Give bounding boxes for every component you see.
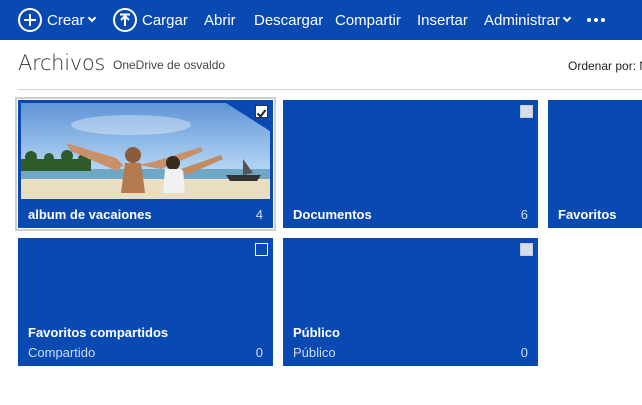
tile-count: 0 xyxy=(255,345,263,360)
breadcrumb[interactable]: OneDrive de osvaldo xyxy=(113,58,225,72)
tile-name: Favoritos compartidos xyxy=(28,325,169,340)
album-thumbnail xyxy=(21,103,270,199)
tile-count: 4 xyxy=(255,207,263,222)
tile-name: Público xyxy=(293,325,340,340)
plus-icon xyxy=(18,8,42,32)
tile-subtitle: Compartido xyxy=(28,345,96,360)
upload-button[interactable]: Cargar xyxy=(113,0,188,40)
manage-button[interactable]: Administrar xyxy=(484,0,572,40)
select-checkbox[interactable] xyxy=(255,243,268,256)
checkmark-icon xyxy=(256,109,267,119)
chevron-down-icon xyxy=(87,13,96,23)
folder-tile-documentos[interactable]: Documentos 6 xyxy=(283,100,538,228)
embed-label: Insertar xyxy=(417,11,468,29)
folder-tile-favoritos-compartidos[interactable]: Favoritos compartidos Compartido 0 xyxy=(18,238,273,366)
create-button[interactable]: Crear xyxy=(18,0,96,40)
open-label: Abrir xyxy=(204,11,236,29)
folder-tile-album[interactable]: album de vacaiones 4 xyxy=(18,100,273,228)
share-label: Compartir xyxy=(335,11,401,29)
tile-count: 0 xyxy=(520,345,528,360)
manage-label: Administrar xyxy=(484,11,560,29)
page-title: Archivos xyxy=(18,51,106,75)
tile-name: Documentos xyxy=(293,207,372,222)
tile-name: album de vacaiones xyxy=(28,207,152,222)
command-bar: Crear Cargar Abrir Descargar Compartir I… xyxy=(0,0,642,40)
open-button[interactable]: Abrir xyxy=(204,0,236,40)
select-checkbox[interactable] xyxy=(255,105,268,119)
upload-label: Cargar xyxy=(142,11,188,29)
share-button[interactable]: Compartir xyxy=(335,0,401,40)
tile-count: 6 xyxy=(520,207,528,222)
sort-by-menu[interactable]: Ordenar por: N xyxy=(568,59,642,73)
tile-subtitle: Público xyxy=(293,345,336,360)
more-button[interactable] xyxy=(587,0,605,40)
select-checkbox[interactable] xyxy=(520,105,533,118)
divider xyxy=(18,89,642,90)
upload-icon xyxy=(113,8,137,32)
download-button[interactable]: Descargar xyxy=(254,0,323,40)
embed-button[interactable]: Insertar xyxy=(417,0,468,40)
folder-tile-publico[interactable]: Público Público 0 xyxy=(283,238,538,366)
more-icon xyxy=(587,18,605,22)
create-label: Crear xyxy=(47,11,85,29)
download-label: Descargar xyxy=(254,11,324,29)
tile-name: Favoritos xyxy=(558,207,617,222)
chevron-down-icon xyxy=(562,13,572,23)
folder-tile-favoritos[interactable]: Favoritos xyxy=(548,100,642,228)
select-checkbox[interactable] xyxy=(520,243,533,256)
